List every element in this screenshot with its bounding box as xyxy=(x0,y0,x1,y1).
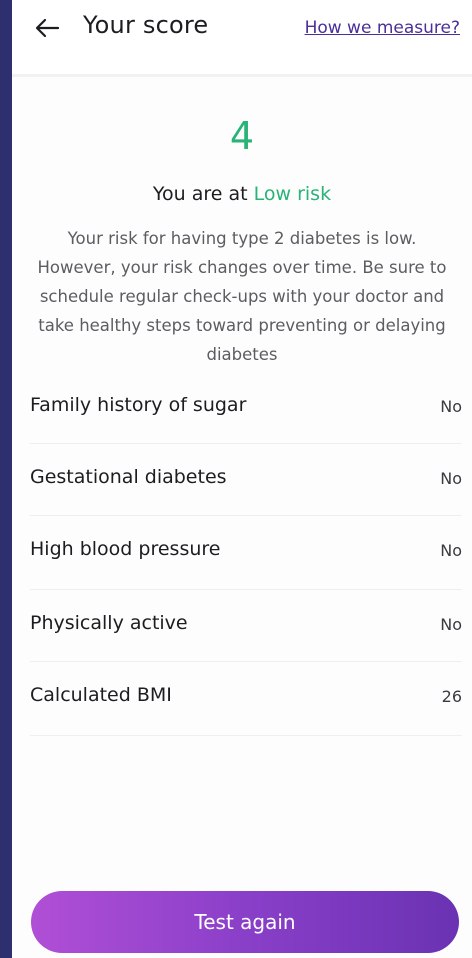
factor-value: 26 xyxy=(441,687,462,706)
factor-label: Family history of sugar xyxy=(30,394,247,416)
risk-summary: You are at Low risk xyxy=(12,183,472,205)
top-bar: Your score How we measure? xyxy=(12,0,472,77)
risk-prefix: You are at xyxy=(152,183,248,205)
arrow-left-icon xyxy=(35,18,60,38)
how-we-measure-link[interactable]: How we measure? xyxy=(305,18,460,38)
risk-description: Your risk for having type 2 diabetes is … xyxy=(37,229,447,364)
score-value: 4 xyxy=(229,114,255,158)
risk-level-label: Low risk xyxy=(253,183,332,205)
app-screen: Your score How we measure? 4 You are at … xyxy=(12,0,472,958)
test-again-button[interactable]: Test again xyxy=(31,891,459,953)
factor-label: Calculated BMI xyxy=(30,684,172,706)
factor-row-physically-active: Physically active No xyxy=(30,590,462,662)
factor-row-high-blood-pressure: High blood pressure No xyxy=(30,516,462,590)
factor-label: Gestational diabetes xyxy=(30,466,227,488)
page-title: Your score xyxy=(83,11,209,39)
factor-label: High blood pressure xyxy=(30,538,221,560)
risk-factors-list: Family history of sugar No Gestational d… xyxy=(30,372,462,736)
factor-row-gestational-diabetes: Gestational diabetes No xyxy=(30,444,462,516)
factor-row-calculated-bmi: Calculated BMI 26 xyxy=(30,662,462,736)
factor-value: No xyxy=(440,615,462,634)
back-button[interactable] xyxy=(32,12,64,44)
factor-value: No xyxy=(440,397,462,416)
factor-label: Physically active xyxy=(30,612,188,634)
factor-value: No xyxy=(440,541,462,560)
factor-row-family-history: Family history of sugar No xyxy=(30,372,462,444)
factor-value: No xyxy=(440,469,462,488)
